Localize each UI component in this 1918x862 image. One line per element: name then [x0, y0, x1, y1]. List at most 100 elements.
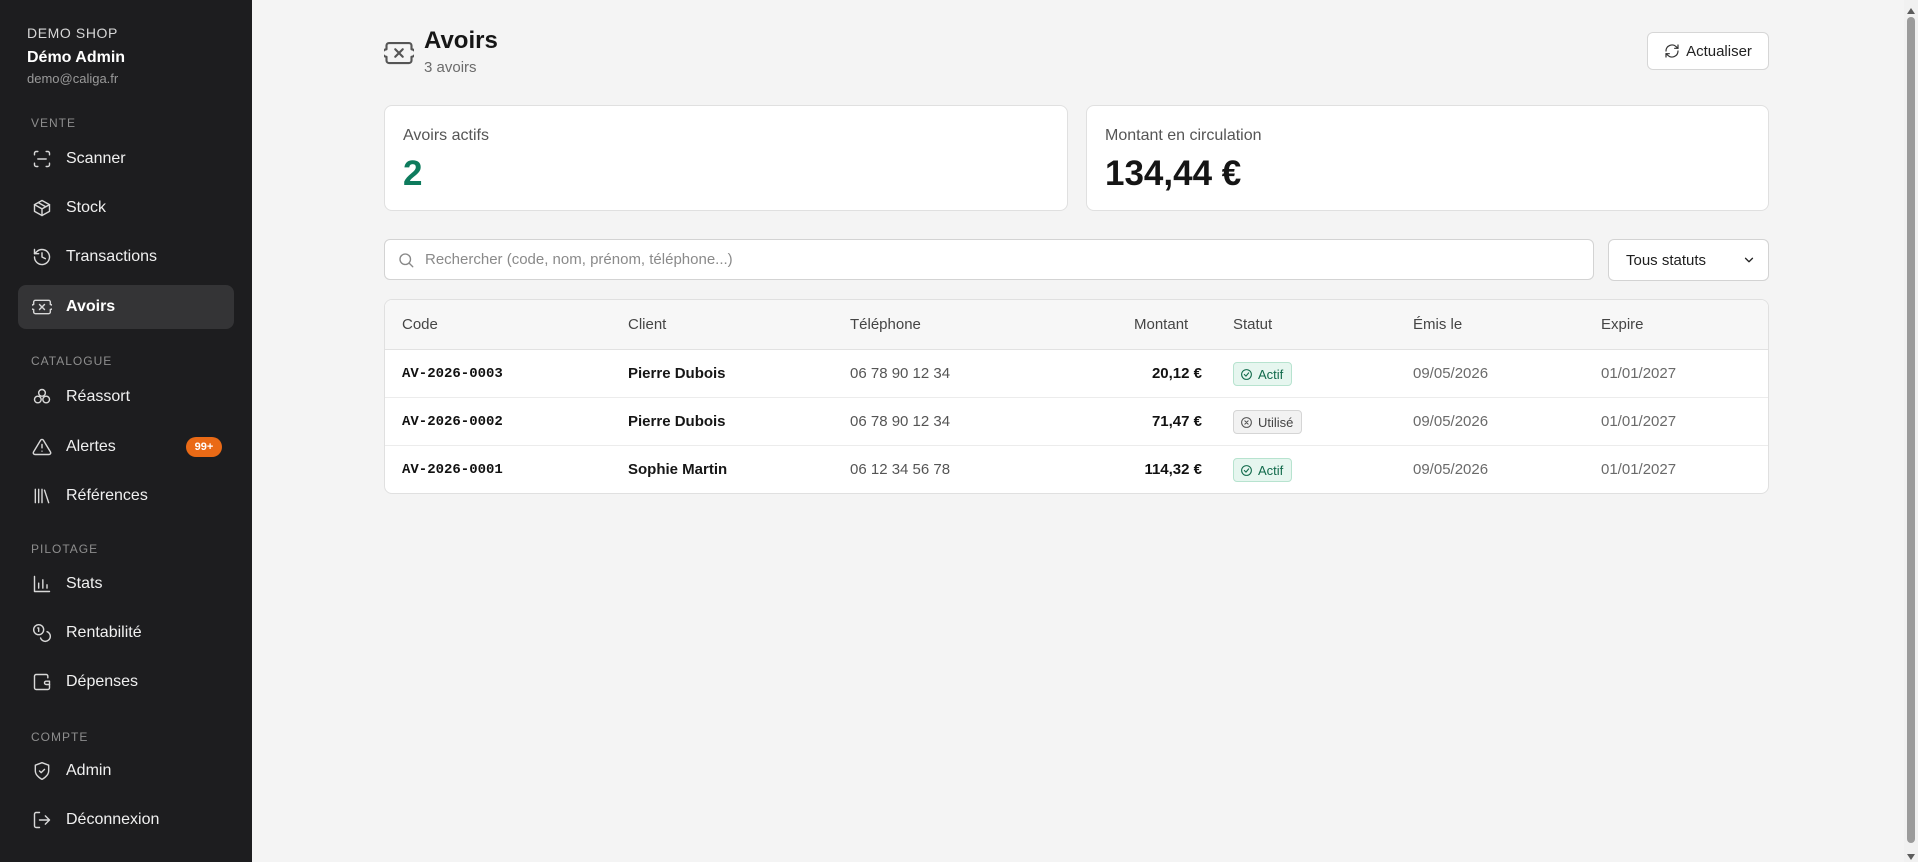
circulation-amount-card: Montant en circulation 134,44 €: [1086, 105, 1769, 211]
column-header-statut[interactable]: Statut: [1233, 316, 1272, 333]
status-badge: Utilisé: [1233, 410, 1303, 434]
sidebar-item-stats[interactable]: Stats: [18, 562, 234, 606]
issued-date: 09/05/2026: [1413, 413, 1489, 430]
column-header-client[interactable]: Client: [628, 316, 666, 333]
status-badge: Actif: [1233, 362, 1293, 386]
ticket-icon: [381, 38, 417, 68]
client-phone: 06 12 34 56 78: [850, 461, 951, 478]
sidebar-item-label: Stats: [66, 575, 103, 592]
table-row[interactable]: AV-2026-0002 Pierre Dubois 06 78 90 12 3…: [385, 398, 1768, 446]
sidebar-item-stock[interactable]: Stock: [18, 186, 234, 230]
column-header-telephone[interactable]: Téléphone: [850, 316, 921, 333]
wallet-icon: [31, 671, 53, 693]
bar-chart-icon: [31, 573, 53, 595]
circulation-amount-label: Montant en circulation: [1105, 127, 1262, 144]
refresh-icon: [1665, 44, 1679, 58]
issued-date: 09/05/2026: [1413, 365, 1489, 382]
main-content: Avoirs 3 avoirs Actualiser Avoirs actifs…: [252, 0, 1904, 862]
table-row[interactable]: AV-2026-0003 Pierre Dubois 06 78 90 12 3…: [385, 350, 1768, 398]
status-badge-label: Actif: [1258, 462, 1284, 478]
status-badge-label: Actif: [1258, 366, 1284, 382]
circulation-amount-value: 134,44 €: [1105, 154, 1242, 193]
scroll-down-icon[interactable]: [1906, 849, 1916, 860]
active-credits-label: Avoirs actifs: [403, 127, 489, 144]
sidebar-item-label: Alertes: [66, 438, 116, 455]
status-badge: Actif: [1233, 458, 1293, 482]
user-email: demo@caliga.fr: [27, 71, 119, 86]
active-credits-card: Avoirs actifs 2: [384, 105, 1068, 211]
x-circle-icon: [1241, 416, 1252, 428]
sidebar: DEMO SHOP Démo Admin demo@caliga.fr VENT…: [0, 0, 252, 862]
section-label-catalogue: CATALOGUE: [31, 354, 113, 368]
coins-icon: [31, 622, 53, 644]
page-scrollbar[interactable]: [1904, 0, 1918, 862]
expiry-date: 01/01/2027: [1601, 365, 1677, 382]
table-header: Code Client Téléphone Montant Statut Émi…: [385, 300, 1768, 350]
page-subtitle: 3 avoirs: [424, 59, 477, 76]
sidebar-item-rentabilite[interactable]: Rentabilité: [18, 611, 234, 655]
search-icon: [399, 252, 414, 267]
column-header-montant[interactable]: Montant: [1134, 316, 1188, 333]
shop-name: DEMO SHOP: [27, 25, 118, 41]
sidebar-item-label: Scanner: [66, 150, 126, 167]
column-header-emis[interactable]: Émis le: [1413, 316, 1462, 333]
sidebar-item-deconnexion[interactable]: Déconnexion: [18, 798, 234, 842]
sidebar-item-depenses[interactable]: Dépenses: [18, 660, 234, 704]
alert-count-badge: 99+: [186, 437, 222, 457]
expiry-date: 01/01/2027: [1601, 413, 1677, 430]
table-row[interactable]: AV-2026-0001 Sophie Martin 06 12 34 56 7…: [385, 446, 1768, 493]
sidebar-item-transactions[interactable]: Transactions: [18, 235, 234, 279]
package-icon: [31, 197, 53, 219]
shield-check-icon: [31, 760, 53, 782]
status-filter-select[interactable]: Tous statuts: [1608, 239, 1769, 281]
search-input[interactable]: [425, 251, 1575, 268]
sidebar-item-reassort[interactable]: Réassort: [18, 375, 234, 419]
sidebar-item-label: Stock: [66, 199, 107, 216]
credit-amount: 114,32 €: [1144, 461, 1202, 478]
client-name: Pierre Dubois: [628, 365, 726, 382]
sidebar-item-label: Dépenses: [66, 673, 139, 690]
user-name: Démo Admin: [27, 49, 126, 66]
expiry-date: 01/01/2027: [1601, 461, 1677, 478]
sidebar-item-scanner[interactable]: Scanner: [18, 137, 234, 181]
sidebar-item-label: Réassort: [66, 388, 131, 405]
refresh-button[interactable]: Actualiser: [1647, 32, 1769, 70]
column-header-code[interactable]: Code: [402, 316, 438, 333]
sidebar-item-label: Déconnexion: [66, 811, 160, 828]
credits-table: Code Client Téléphone Montant Statut Émi…: [384, 299, 1769, 494]
sidebar-item-label: Références: [66, 487, 148, 504]
client-name: Pierre Dubois: [628, 413, 726, 430]
client-phone: 06 78 90 12 34: [850, 413, 951, 430]
scrollbar-thumb[interactable]: [1907, 17, 1915, 843]
check-circle-icon: [1241, 464, 1252, 476]
column-header-expire[interactable]: Expire: [1601, 316, 1644, 333]
status-filter-value: Tous statuts: [1626, 251, 1707, 269]
sidebar-item-references[interactable]: Références: [18, 474, 234, 518]
scroll-up-icon[interactable]: [1906, 3, 1916, 14]
page-title: Avoirs: [424, 27, 498, 54]
chevron-down-icon: [1742, 253, 1756, 267]
active-credits-value: 2: [403, 154, 423, 193]
section-label-pilotage: PILOTAGE: [31, 542, 99, 556]
logout-icon: [31, 809, 53, 831]
sidebar-item-label: Transactions: [66, 248, 157, 265]
sidebar-item-alertes[interactable]: Alertes 99+: [18, 425, 234, 469]
client-phone: 06 78 90 12 34: [850, 365, 951, 382]
credit-amount: 20,12 €: [1151, 365, 1202, 382]
scan-icon: [31, 148, 53, 170]
sidebar-item-avoirs[interactable]: Avoirs: [18, 285, 234, 329]
ticket-icon: [31, 296, 53, 318]
sidebar-item-label: Rentabilité: [66, 624, 142, 641]
search-box: [384, 239, 1594, 280]
section-label-compte: COMPTE: [31, 730, 89, 744]
boxes-icon: [31, 386, 53, 408]
sidebar-item-label: Avoirs: [66, 298, 116, 315]
status-badge-label: Utilisé: [1258, 414, 1294, 430]
credit-code: AV-2026-0001: [402, 462, 503, 478]
history-icon: [31, 246, 53, 268]
sidebar-item-admin[interactable]: Admin: [18, 749, 234, 793]
client-name: Sophie Martin: [628, 461, 728, 478]
credit-amount: 71,47 €: [1151, 413, 1202, 430]
sidebar-item-label: Admin: [66, 762, 112, 779]
check-circle-icon: [1241, 368, 1252, 380]
